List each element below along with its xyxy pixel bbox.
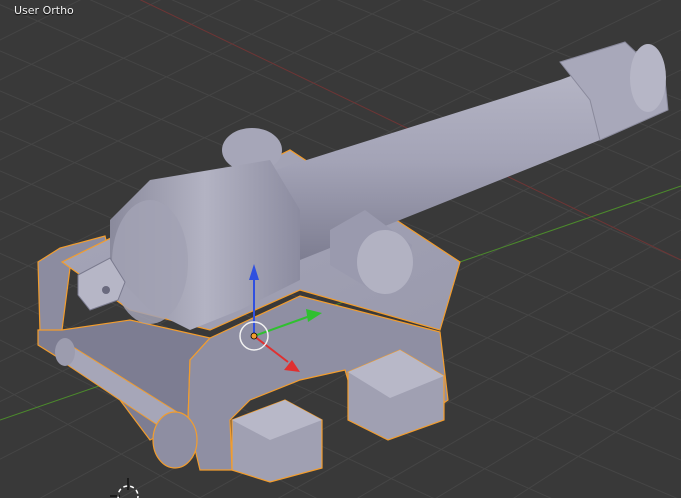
barrel-muzzle bbox=[630, 44, 666, 112]
object-origin-icon bbox=[250, 332, 258, 340]
breech-cascabel bbox=[112, 200, 188, 324]
cascabel-hole bbox=[102, 286, 110, 294]
wheel-left bbox=[152, 411, 198, 469]
viewport-canvas[interactable] bbox=[0, 0, 681, 498]
3d-viewport[interactable]: User Ortho bbox=[0, 0, 681, 498]
axle-end-cap bbox=[55, 338, 75, 366]
trunnion-right-cap bbox=[357, 230, 413, 294]
view-mode-label: User Ortho bbox=[14, 4, 74, 17]
cannon-object[interactable] bbox=[37, 41, 669, 483]
3d-cursor-icon bbox=[110, 478, 139, 498]
